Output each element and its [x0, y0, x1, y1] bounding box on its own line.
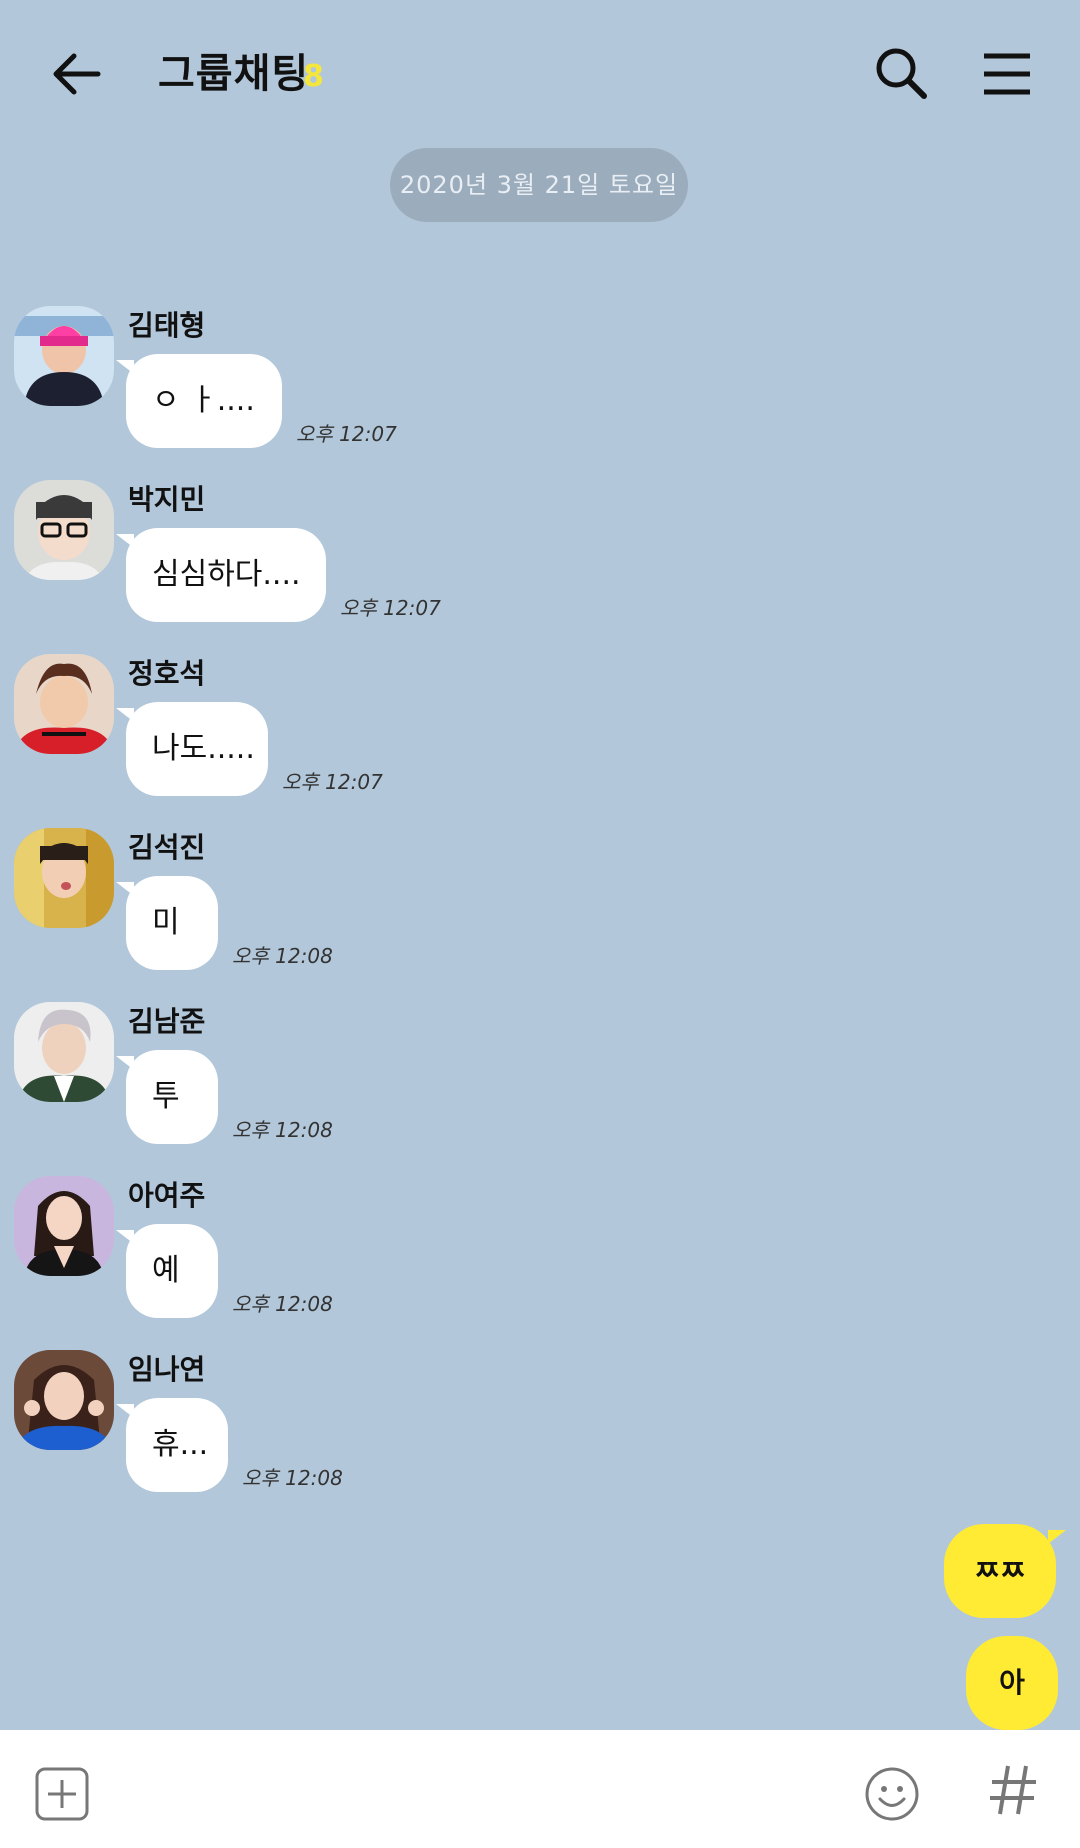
avatar[interactable]	[14, 828, 114, 928]
chat-header: 그룹채팅 8	[0, 0, 1080, 150]
smiley-icon[interactable]	[864, 1766, 920, 1822]
message-time: 오후 12:07	[296, 422, 397, 446]
avatar[interactable]	[14, 480, 114, 580]
message-time: 오후 12:08	[232, 1292, 333, 1316]
my-message-text: ㅉㅉ	[974, 1554, 1026, 1587]
message-time: 오후 12:08	[232, 944, 333, 968]
date-divider: 2020년 3월 21일 토요일	[390, 148, 688, 222]
plus-square-icon[interactable]	[34, 1766, 90, 1822]
search-icon[interactable]	[872, 44, 932, 104]
message-bubble[interactable]: ㅇ ㅏ....	[116, 354, 282, 448]
message-bubble[interactable]: 미	[116, 876, 218, 970]
avatar[interactable]	[14, 1176, 114, 1276]
sender-name: 아여주	[128, 1179, 206, 1212]
message-bubble[interactable]: 예	[116, 1224, 218, 1318]
sender-name: 정호석	[128, 657, 206, 690]
avatar[interactable]	[14, 1002, 114, 1102]
avatar[interactable]	[14, 306, 114, 406]
member-count: 8	[303, 59, 324, 94]
sender-name: 박지민	[128, 483, 206, 516]
sender-name: 임나연	[128, 1353, 206, 1386]
message-time: 오후 12:08	[232, 1118, 333, 1142]
back-arrow-icon[interactable]	[46, 44, 106, 104]
my-message-bubble[interactable]: 아	[966, 1636, 1058, 1730]
message-time: 오후 12:07	[340, 596, 441, 620]
message-input-bar	[0, 1730, 1080, 1848]
my-message-text: 아	[999, 1666, 1025, 1699]
sender-name: 김태형	[128, 309, 206, 342]
avatar[interactable]	[14, 1350, 114, 1450]
message-text: 예	[152, 1253, 180, 1288]
chat-title: 그룹채팅	[158, 51, 310, 97]
message-bubble[interactable]: 심심하다....	[116, 528, 326, 622]
message-bubble[interactable]: 휴...	[116, 1398, 228, 1492]
message-text: 심심하다....	[152, 557, 301, 592]
message-bubble[interactable]: 나도.....	[116, 702, 268, 796]
message-text: 투	[152, 1079, 180, 1114]
message-text: 휴...	[152, 1427, 209, 1462]
sender-name: 김남준	[128, 1005, 206, 1038]
message-time: 오후 12:07	[282, 770, 383, 794]
hashtag-icon[interactable]	[984, 1760, 1044, 1820]
member-count-badge: 8	[301, 56, 325, 96]
message-text: 나도.....	[152, 731, 255, 766]
hamburger-menu-icon[interactable]	[978, 44, 1038, 104]
message-text: ㅇ ㅏ....	[152, 383, 255, 418]
sender-name: 김석진	[128, 831, 206, 864]
message-time: 오후 12:08	[242, 1466, 343, 1490]
message-bubble[interactable]: 투	[116, 1050, 218, 1144]
message-text: 미	[152, 905, 180, 940]
my-message-bubble[interactable]: ㅉㅉ	[944, 1524, 1066, 1618]
avatar[interactable]	[14, 654, 114, 754]
